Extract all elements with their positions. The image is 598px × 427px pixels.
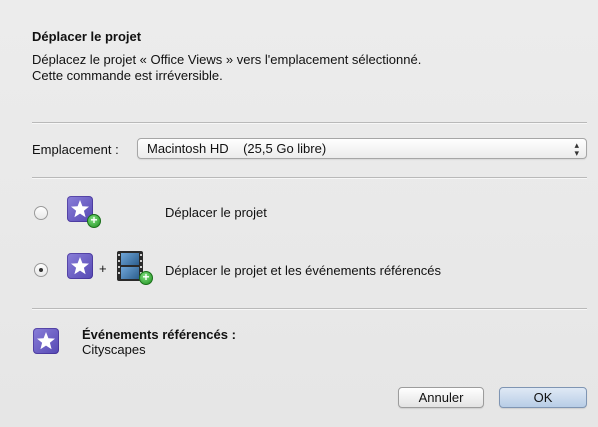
dialog-title: Déplacer le projet <box>32 29 142 44</box>
divider <box>32 122 587 124</box>
move-project-dialog: Déplacer le projet Déplacez le projet « … <box>0 0 598 427</box>
description-line-2: Cette commande est irréversible. <box>32 68 223 83</box>
radio-move-project-and-events[interactable] <box>34 263 48 277</box>
cancel-button[interactable]: Annuler <box>398 387 484 408</box>
option-move-project-label[interactable]: Déplacer le projet <box>165 205 267 220</box>
location-popup-value: Macintosh HD (25,5 Go libre) <box>147 141 327 156</box>
ok-button[interactable]: OK <box>499 387 587 408</box>
dialog-description: Déplacez le projet « Office Views » vers… <box>32 52 572 84</box>
location-label: Emplacement : <box>32 142 119 157</box>
referenced-events-value: Cityscapes <box>82 342 146 357</box>
divider <box>32 177 587 179</box>
divider <box>32 308 587 310</box>
project-star-icon <box>67 253 93 279</box>
add-badge-icon: + <box>139 271 153 285</box>
popup-arrows-icon: ▴ ▾ <box>574 140 579 158</box>
add-badge-icon: + <box>87 214 101 228</box>
plus-sign: + <box>99 261 107 276</box>
location-popup[interactable]: Macintosh HD (25,5 Go libre) ▴ ▾ <box>137 138 587 159</box>
referenced-events-star-icon <box>33 328 59 354</box>
option-move-project-and-events-label[interactable]: Déplacer le projet et les événements réf… <box>165 263 441 278</box>
radio-move-project[interactable] <box>34 206 48 220</box>
description-line-1: Déplacez le projet « Office Views » vers… <box>32 52 422 67</box>
referenced-events-title: Événements référencés : <box>82 327 236 342</box>
